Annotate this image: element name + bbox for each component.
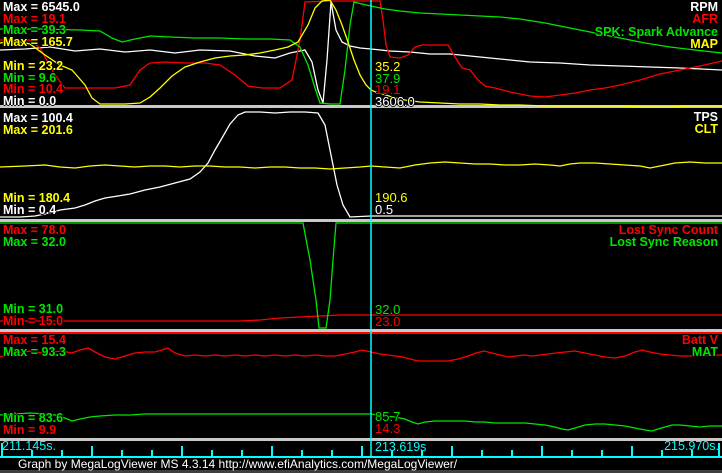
cursor-value: 3606.0 xyxy=(375,93,415,109)
max-label: Max = 165.7 xyxy=(3,34,73,49)
status-bar: Graph by MegaLogViewer MS 4.3.14 http://… xyxy=(18,457,458,471)
series-label: MAT xyxy=(691,345,718,359)
min-label: Min = 9.9 xyxy=(3,423,57,437)
panel1-series-labels: RPM AFR SPK: Spark Advance MAP xyxy=(595,1,718,51)
time-end-label: 215.970s. xyxy=(664,439,719,453)
series-label: Lost Sync Reason xyxy=(609,235,718,249)
cursor-value: 0.5 xyxy=(375,202,394,217)
panel2-max-labels: Max = 100.4 Max = 201.6 xyxy=(3,112,73,137)
panel1-cursor-values: 35.2 37.9 19.1 3606.0 xyxy=(375,60,415,109)
time-start-label: 211.145s. xyxy=(2,439,56,453)
panel3-series-labels: Lost Sync Count Lost Sync Reason xyxy=(609,224,718,249)
panel1-min-labels: Min = 23.2 Min = 9.6 Min = 10.4 Min = 0.0 xyxy=(3,60,63,108)
series-label: MAP xyxy=(690,37,718,52)
panel-divider[interactable] xyxy=(0,219,722,222)
max-label: Max = 32.0 xyxy=(3,235,66,249)
panel4-cursor-values: 85.7 14.3 xyxy=(375,410,401,436)
cursor-value: 23.0 xyxy=(375,314,401,329)
min-label: Min = 0.0 xyxy=(3,93,57,108)
megalogviewer-graph-window: Max = 6545.0 Max = 19.1 Max = 39.3 Max = 16… xyxy=(0,0,722,473)
cursor-time-label: 213.619s xyxy=(375,440,427,454)
panel2-cursor-values: 190.6 0.5 xyxy=(375,191,408,217)
panel4-max-labels: Max = 15.4 Max = 93.3 xyxy=(3,334,66,359)
chart-panel-tps-clt[interactable] xyxy=(0,108,722,219)
panel4-min-labels: Min = 83.6 Min = 9.9 xyxy=(3,412,63,437)
chart-panel-battv-mat[interactable] xyxy=(0,334,722,438)
panel1-max-labels: Max = 6545.0 Max = 19.1 Max = 39.3 Max = 16… xyxy=(3,1,80,49)
cursor-value: 14.3 xyxy=(375,421,401,436)
max-label: Max = 93.3 xyxy=(3,345,66,359)
panel-divider[interactable] xyxy=(0,105,722,108)
panel-divider[interactable] xyxy=(0,438,722,441)
series-label: AFR xyxy=(692,12,718,27)
min-label: Min = 15.0 xyxy=(3,314,64,328)
panel4-series-labels: Batt V MAT xyxy=(682,334,718,359)
panel4-red-top-line xyxy=(0,332,722,334)
panel3-cursor-values: 32.0 23.0 xyxy=(375,303,401,329)
panel2-min-labels: Min = 180.4 Min = 0.4 xyxy=(3,192,70,217)
min-label: Min = 0.4 xyxy=(3,203,57,217)
max-label: Max = 201.6 xyxy=(3,123,73,137)
panel3-min-labels: Min = 31.0 Min = 15.0 xyxy=(3,303,64,328)
panel3-max-labels: Max = 78.0 Max = 32.0 xyxy=(3,224,66,249)
panel2-series-labels: TPS CLT xyxy=(694,111,718,136)
series-label: CLT xyxy=(694,122,718,136)
